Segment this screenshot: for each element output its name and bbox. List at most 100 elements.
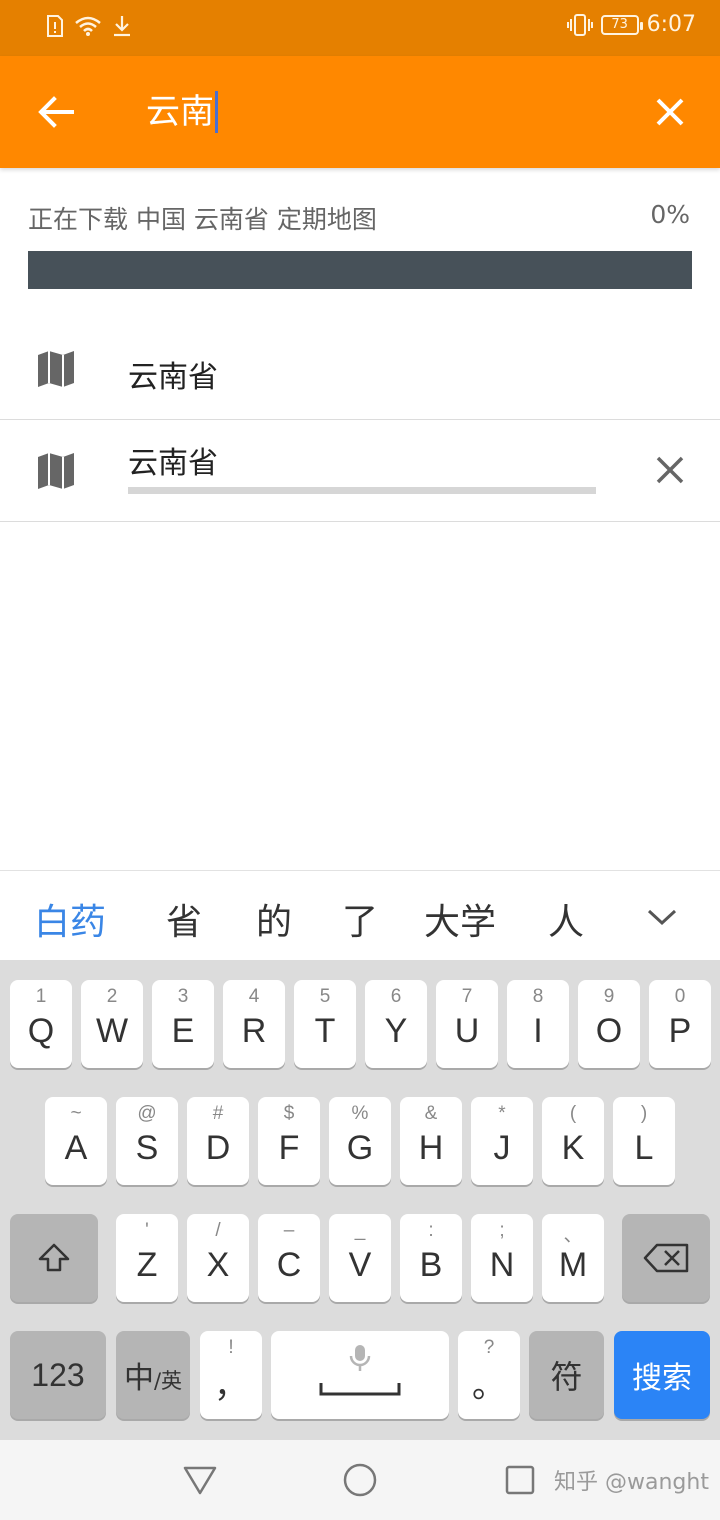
key-g[interactable]: % G	[329, 1097, 391, 1185]
key-label: O	[595, 1011, 623, 1050]
download-percent: 0%	[650, 200, 690, 229]
shift-icon	[38, 1243, 70, 1272]
key-label: Q	[27, 1011, 55, 1050]
battery-level: 73	[611, 17, 628, 32]
search-query-text: 云南	[146, 92, 214, 132]
soft-keyboard: 1Q 2W 3E 4R 5T 6Y 7U 8I 9O 0P ~ A @ S # D $…	[0, 960, 720, 1440]
key-u[interactable]: 7U	[436, 980, 498, 1068]
key-label: 123	[31, 1356, 85, 1393]
backspace-icon	[643, 1243, 689, 1273]
key-sub-label: _	[354, 1220, 366, 1241]
key-b[interactable]: :B	[400, 1214, 462, 1302]
nav-recents-button[interactable]	[498, 1458, 542, 1502]
key-sub-label: &	[424, 1103, 438, 1124]
key-s[interactable]: @ S	[116, 1097, 178, 1185]
key-sub-label: *	[498, 1103, 506, 1124]
text-caret	[215, 91, 218, 133]
key-sub-label: 5	[319, 986, 331, 1007]
key-label: D	[205, 1128, 231, 1167]
key-l[interactable]: ) L	[613, 1097, 675, 1185]
key-r[interactable]: 4R	[223, 980, 285, 1068]
clear-search-button[interactable]	[644, 86, 696, 138]
candidate-word[interactable]: 省	[166, 893, 202, 945]
key-n[interactable]: ; N	[471, 1214, 533, 1302]
key-label: E	[171, 1011, 195, 1050]
key-sub-label: 8	[532, 986, 544, 1007]
key-sub-label: ;	[499, 1220, 505, 1241]
watermark: 知乎 @wanght	[554, 1470, 709, 1495]
key-sub-label: :	[428, 1220, 434, 1241]
period-key[interactable]: ?。	[458, 1331, 520, 1419]
nav-back-button[interactable]	[178, 1458, 222, 1502]
key-t[interactable]: 5T	[294, 980, 356, 1068]
candidate-word[interactable]: 大学	[424, 893, 496, 945]
key-a[interactable]: ~ A	[45, 1097, 107, 1185]
list-item-label: 云南省	[128, 446, 218, 481]
symbols-key[interactable]: 符	[529, 1331, 604, 1419]
key-label: W	[95, 1011, 129, 1050]
key-w[interactable]: 2W	[81, 980, 143, 1068]
key-k[interactable]: (K	[542, 1097, 604, 1185]
key-v[interactable]: _ V	[329, 1214, 391, 1302]
candidate-word[interactable]: 人	[548, 893, 584, 945]
search-input[interactable]: 云南	[146, 90, 218, 134]
map-icon	[38, 453, 74, 489]
key-j[interactable]: * J	[471, 1097, 533, 1185]
key-label: U	[454, 1011, 480, 1050]
key-d[interactable]: # D	[187, 1097, 249, 1185]
download-status-text: 正在下载 中国 云南省 定期地图	[28, 205, 377, 234]
comma-key[interactable]: !，	[200, 1331, 262, 1419]
list-item[interactable]: 云南省	[0, 320, 720, 420]
key-p[interactable]: 0P	[649, 980, 711, 1068]
key-o[interactable]: 9O	[578, 980, 640, 1068]
back-button[interactable]	[28, 86, 84, 138]
key-sub-label: 3	[177, 986, 189, 1007]
key-c[interactable]: – C	[258, 1214, 320, 1302]
list-item-label: 云南省	[128, 360, 218, 395]
key-sub-label: 、	[563, 1225, 583, 1246]
search-key[interactable]: 搜索	[614, 1331, 710, 1419]
key-label: Z	[136, 1245, 158, 1284]
space-key[interactable]	[271, 1331, 449, 1419]
candidate-word[interactable]: 白药	[34, 893, 106, 945]
cancel-download-button[interactable]	[652, 452, 688, 488]
wifi-icon	[75, 16, 101, 36]
key-f[interactable]: $ F	[258, 1097, 320, 1185]
key-label: Y	[384, 1011, 408, 1050]
status-bar: 73 6:07	[0, 0, 720, 56]
key-label: R	[241, 1011, 267, 1050]
candidate-word[interactable]: 了	[342, 893, 378, 945]
system-nav-bar: 知乎 @wanght	[0, 1440, 720, 1520]
candidate-word[interactable]: 的	[256, 893, 292, 945]
key-sub-label: 6	[390, 986, 402, 1007]
key-m[interactable]: 、 M	[542, 1214, 604, 1302]
key-q[interactable]: 1Q	[10, 980, 72, 1068]
key-i[interactable]: 8I	[507, 980, 569, 1068]
shift-key[interactable]	[10, 1214, 98, 1302]
triangle-back-icon	[183, 1466, 217, 1495]
key-h[interactable]: & H	[400, 1097, 462, 1185]
backspace-key[interactable]	[622, 1214, 710, 1302]
key-z[interactable]: ' Z	[116, 1214, 178, 1302]
key-sub-label: 2	[106, 986, 118, 1007]
square-recents-icon	[505, 1465, 535, 1495]
list-item[interactable]: 云南省	[0, 420, 720, 522]
key-y[interactable]: 6Y	[365, 980, 427, 1068]
key-sub-label: #	[212, 1103, 224, 1124]
map-icon	[38, 351, 74, 387]
language-switch-key[interactable]: 中/英	[116, 1331, 190, 1419]
ime-candidate-bar: 白药 省 的 了 大学 人	[0, 870, 720, 960]
nav-home-button[interactable]	[338, 1458, 382, 1502]
expand-candidates-button[interactable]	[640, 897, 684, 937]
key-label-main: 中	[123, 1361, 154, 1396]
numbers-key[interactable]: 123	[10, 1331, 106, 1419]
key-e[interactable]: 3E	[152, 980, 214, 1068]
key-sub-label: '	[145, 1220, 149, 1241]
key-label: N	[489, 1245, 515, 1284]
key-label: S	[135, 1128, 159, 1167]
key-sub-label: )	[640, 1103, 648, 1124]
close-icon	[656, 456, 684, 484]
key-label: P	[668, 1011, 692, 1050]
circle-home-icon	[343, 1463, 377, 1497]
key-x[interactable]: / X	[187, 1214, 249, 1302]
